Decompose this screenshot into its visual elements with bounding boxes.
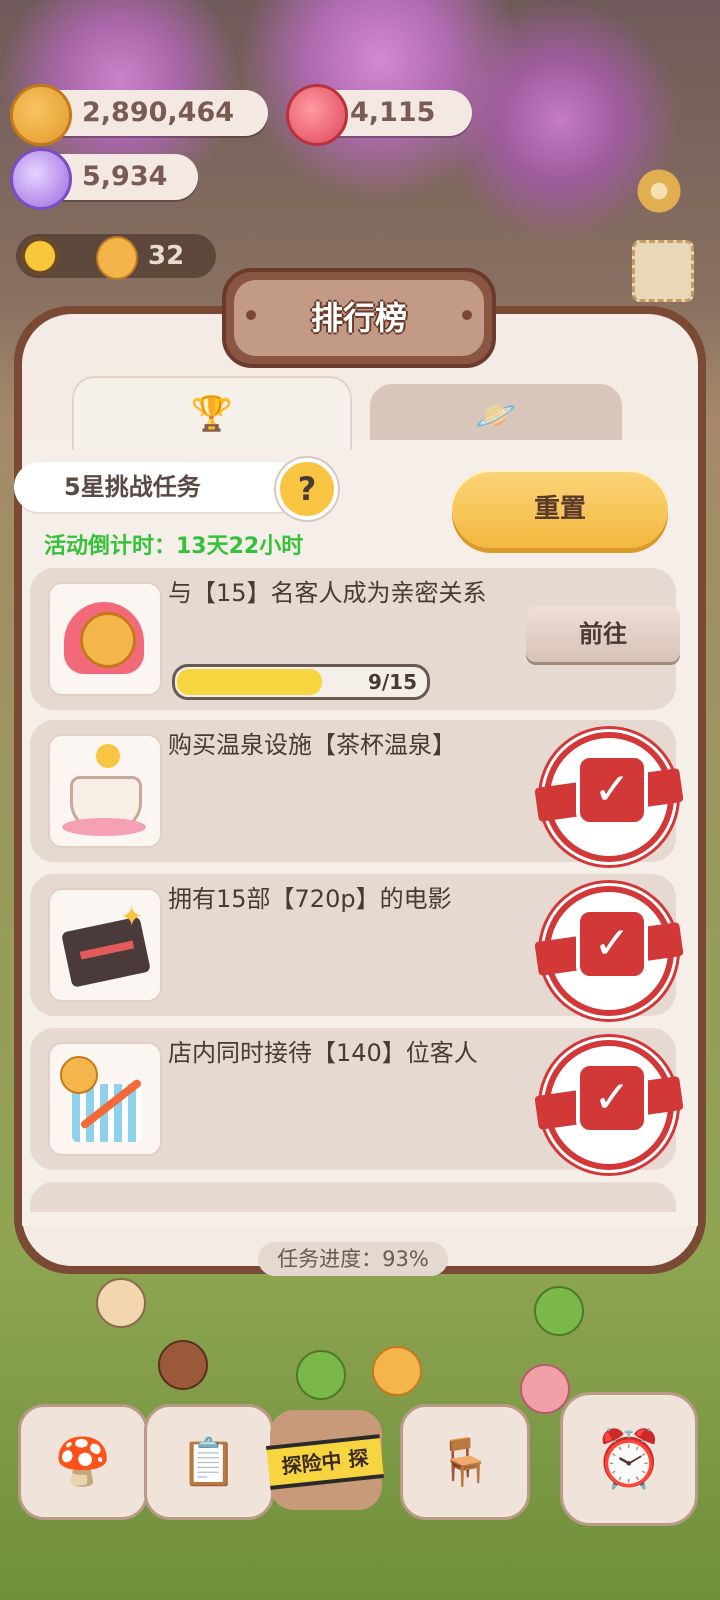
task-description: 店内同时接待【140】位客人 (168, 1039, 478, 1067)
cookie-customer-icon (96, 1278, 146, 1328)
cookie-customer-icon (372, 1346, 422, 1396)
candy-gem-icon (10, 148, 72, 210)
event-countdown: 活动倒计时：13天22小时 (44, 534, 304, 559)
task-description: 拥有15部【720p】的电影 (168, 885, 452, 913)
task-card: 购买温泉设施【茶杯温泉】 ✓ (30, 720, 676, 862)
planet-icon: 🪐 (474, 396, 518, 436)
task-progress-bar: 9/15 (172, 664, 430, 700)
challenge-label-chip: 5星挑战任务 (14, 462, 304, 512)
task-card: 店内同时接待【140】位客人 ✓ (30, 1028, 676, 1170)
armchair-icon: 🪑 (436, 1434, 494, 1489)
cookie-face-icon (96, 236, 138, 280)
completed-stamp-icon: ✓ (544, 1040, 674, 1170)
sun-count: 32 (148, 241, 185, 271)
side-stamp-icon[interactable] (632, 240, 694, 302)
nav-notes-button[interactable]: 📋 (144, 1404, 274, 1520)
go-button[interactable]: 前往 (526, 606, 680, 662)
cookie-customer-icon (158, 1340, 208, 1390)
page-title: 排行榜 (310, 299, 407, 337)
settings-gear-icon[interactable] (628, 160, 690, 222)
notepad-icon: 📋 (180, 1434, 238, 1489)
nav-shop-button[interactable]: 🍄 (18, 1404, 148, 1520)
task-description: 购买温泉设施【茶杯温泉】 (168, 731, 456, 759)
alarm-clock-icon: ⏰ (594, 1427, 664, 1492)
reset-button[interactable]: 重置 (452, 470, 668, 548)
trophy-icon: 🏆 (190, 394, 234, 434)
completed-stamp-icon: ✓ (544, 886, 674, 1016)
tab-planet[interactable]: 🪐 (370, 384, 622, 448)
sun-counter[interactable]: 32 (14, 230, 216, 282)
cookie-icon (10, 84, 72, 146)
cookie-counter[interactable]: 2,890,464 (10, 84, 268, 146)
panel-title-plate: 排行榜 (222, 268, 496, 368)
clapperboard-icon: ✦ (48, 888, 162, 1002)
task-description: 与【15】名客人成为亲密关系 (168, 579, 487, 607)
heart-gem-icon (286, 84, 348, 146)
teacup-spring-icon (48, 734, 162, 848)
task-progress-summary: 任务进度：93% (258, 1242, 448, 1276)
tab-trophy[interactable]: 🏆 (72, 376, 352, 450)
mushroom-house-icon: 🍄 (54, 1434, 112, 1489)
cookie-customer-icon (534, 1286, 584, 1336)
heart-count: 4,115 (350, 97, 436, 128)
help-button[interactable]: ? (276, 458, 338, 520)
task-card: 与【15】名客人成为亲密关系 9/15 前往 (30, 568, 680, 710)
gem-counter[interactable]: 5,934 (10, 148, 198, 210)
task-card-partial (30, 1182, 676, 1212)
cookie-customer-icon (296, 1350, 346, 1400)
progress-fill (177, 669, 323, 695)
cookie-customer-icon (520, 1364, 570, 1414)
challenge-label: 5星挑战任务 (64, 473, 201, 501)
cookie-count: 2,890,464 (82, 97, 235, 128)
heart-cookie-icon (48, 582, 162, 696)
task-card: ✦ 拥有15部【720p】的电影 ✓ (30, 874, 676, 1016)
heart-counter[interactable]: 4,115 (286, 84, 472, 146)
sun-icon (14, 230, 66, 282)
nav-decor-button[interactable]: 🪑 (400, 1404, 530, 1520)
completed-stamp-icon: ✓ (544, 732, 674, 862)
growth-chart-icon (48, 1042, 162, 1156)
progress-text: 9/15 (367, 670, 417, 694)
gem-count: 5,934 (82, 161, 168, 192)
nav-alarm-button[interactable]: ⏰ (560, 1392, 698, 1526)
